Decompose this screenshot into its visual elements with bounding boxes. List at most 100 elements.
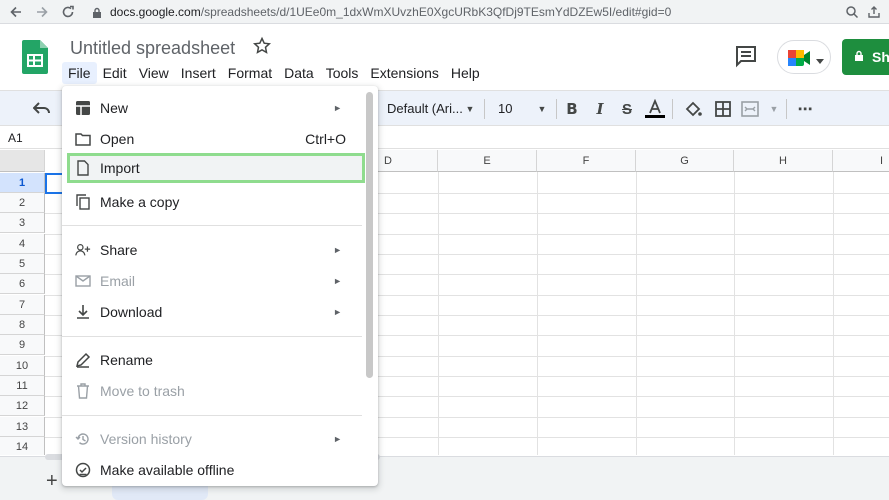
share-page-icon[interactable] — [864, 2, 884, 22]
menu-item-share[interactable]: Share ► — [62, 235, 362, 265]
menu-edit[interactable]: Edit — [97, 62, 133, 84]
menu-item-version-history[interactable]: Version history ► — [62, 424, 362, 454]
new-label: New — [100, 100, 129, 116]
menu-divider — [62, 415, 362, 416]
file-menu-dropdown: New ► Open Ctrl+O Import Make a copy Sha… — [62, 86, 378, 486]
trash-icon — [75, 383, 91, 399]
history-icon — [75, 431, 91, 447]
column-header-e[interactable]: E — [438, 150, 537, 172]
font-size-select[interactable]: 10 — [498, 101, 512, 116]
menu-item-move-to-trash[interactable]: Move to trash — [62, 376, 362, 406]
lock-icon — [854, 49, 864, 65]
share-button[interactable]: Sh — [842, 39, 889, 75]
star-icon[interactable] — [252, 36, 272, 61]
back-arrow-icon[interactable] — [6, 2, 26, 22]
make-offline-label: Make available offline — [100, 462, 235, 478]
menu-scrollbar[interactable] — [366, 92, 373, 378]
row-header-3[interactable]: 3 — [0, 213, 45, 233]
row-header-7[interactable]: 7 — [0, 295, 45, 315]
select-all-corner[interactable] — [0, 150, 45, 172]
name-box[interactable]: A1 — [8, 131, 23, 145]
row-header-1[interactable]: 1 — [0, 173, 45, 193]
merge-dropdown-icon[interactable]: ▼ — [764, 99, 784, 119]
submenu-arrow-icon: ► — [333, 245, 342, 255]
row-header-14[interactable]: 14 — [0, 437, 45, 455]
add-sheet-icon[interactable]: + — [46, 470, 58, 493]
row-header-8[interactable]: 8 — [0, 315, 45, 335]
url-path: /spreadsheets/d/1UEe0m_1dxWmXUvzhE0XgcUR… — [200, 5, 672, 19]
font-dropdown-icon[interactable]: ▼ — [460, 99, 480, 119]
download-label: Download — [100, 304, 163, 320]
meet-icon — [788, 48, 812, 73]
add-person-icon — [75, 242, 91, 258]
menu-tools[interactable]: Tools — [320, 62, 365, 84]
column-header-f[interactable]: F — [537, 150, 636, 172]
more-icon[interactable]: ⋯ — [795, 99, 815, 119]
borders-icon[interactable] — [713, 99, 733, 119]
row-header-12[interactable]: 12 — [0, 396, 45, 416]
menu-item-email[interactable]: Email ► — [62, 266, 362, 296]
browser-bar: docs.google.com/spreadsheets/d/1UEe0m_1d… — [0, 0, 889, 24]
menu-help[interactable]: Help — [445, 62, 486, 84]
row-header-9[interactable]: 9 — [0, 335, 45, 355]
move-to-trash-label: Move to trash — [100, 383, 185, 399]
row-header-2[interactable]: 2 — [0, 193, 45, 213]
merge-cells-icon[interactable] — [740, 99, 760, 119]
size-dropdown-icon[interactable]: ▼ — [532, 99, 552, 119]
document-title[interactable]: Untitled spreadsheet — [70, 38, 235, 59]
menu-item-make-offline[interactable]: Make available offline — [62, 455, 362, 485]
sheets-logo-icon[interactable] — [22, 40, 48, 79]
open-label: Open — [100, 131, 135, 147]
reload-icon[interactable] — [58, 2, 78, 22]
menu-insert[interactable]: Insert — [175, 62, 222, 84]
row-header-13[interactable]: 13 — [0, 417, 45, 437]
folder-icon — [75, 131, 91, 147]
menu-item-download[interactable]: Download ► — [62, 297, 362, 327]
menu-file[interactable]: File — [62, 62, 97, 84]
grid-line — [636, 172, 637, 455]
row-header-6[interactable]: 6 — [0, 274, 45, 294]
make-copy-label: Make a copy — [100, 194, 180, 210]
submenu-arrow-icon: ► — [333, 434, 342, 444]
menu-divider — [62, 225, 362, 226]
text-color-icon[interactable] — [645, 99, 665, 119]
email-icon — [75, 273, 91, 289]
comment-icon[interactable] — [734, 44, 758, 73]
row-header-11[interactable]: 11 — [0, 376, 45, 396]
zoom-icon[interactable] — [842, 2, 862, 22]
bold-icon[interactable]: B — [562, 99, 582, 119]
toolbar-divider — [786, 99, 787, 119]
forward-arrow-icon[interactable] — [32, 2, 52, 22]
menu-item-make-copy[interactable]: Make a copy — [62, 187, 362, 217]
menu-item-rename[interactable]: Rename — [62, 345, 362, 375]
menu-extensions[interactable]: Extensions — [364, 62, 444, 84]
toolbar-divider — [484, 99, 485, 119]
column-header-g[interactable]: G — [636, 150, 734, 172]
download-icon — [75, 304, 91, 320]
column-header-i[interactable]: I — [833, 150, 889, 172]
font-family-select[interactable]: Default (Ari... — [387, 101, 463, 116]
menu-data[interactable]: Data — [278, 62, 320, 84]
menu-view[interactable]: View — [133, 62, 175, 84]
row-header-4[interactable]: 4 — [0, 234, 45, 254]
meet-button[interactable] — [777, 40, 831, 74]
submenu-arrow-icon: ► — [333, 103, 342, 113]
column-header-h[interactable]: H — [734, 150, 833, 172]
menu-item-open[interactable]: Open Ctrl+O — [62, 124, 362, 154]
row-header-5[interactable]: 5 — [0, 254, 45, 274]
email-label: Email — [100, 273, 136, 289]
address-bar[interactable]: docs.google.com/spreadsheets/d/1UEe0m_1d… — [86, 2, 876, 22]
new-sheet-icon — [75, 100, 91, 116]
submenu-arrow-icon: ► — [333, 276, 342, 286]
row-header-10[interactable]: 10 — [0, 356, 45, 376]
menu-item-new[interactable]: New ► — [62, 93, 362, 123]
strikethrough-icon[interactable]: S — [617, 99, 637, 119]
menu-item-import[interactable]: Import — [67, 153, 365, 183]
italic-icon[interactable]: I — [590, 99, 610, 119]
menu-format[interactable]: Format — [222, 62, 278, 84]
fill-color-icon[interactable] — [683, 99, 703, 119]
url-host: docs.google.com — [110, 5, 201, 19]
grid-line — [537, 172, 538, 455]
undo-icon[interactable] — [32, 99, 52, 119]
menu-divider — [62, 336, 362, 337]
